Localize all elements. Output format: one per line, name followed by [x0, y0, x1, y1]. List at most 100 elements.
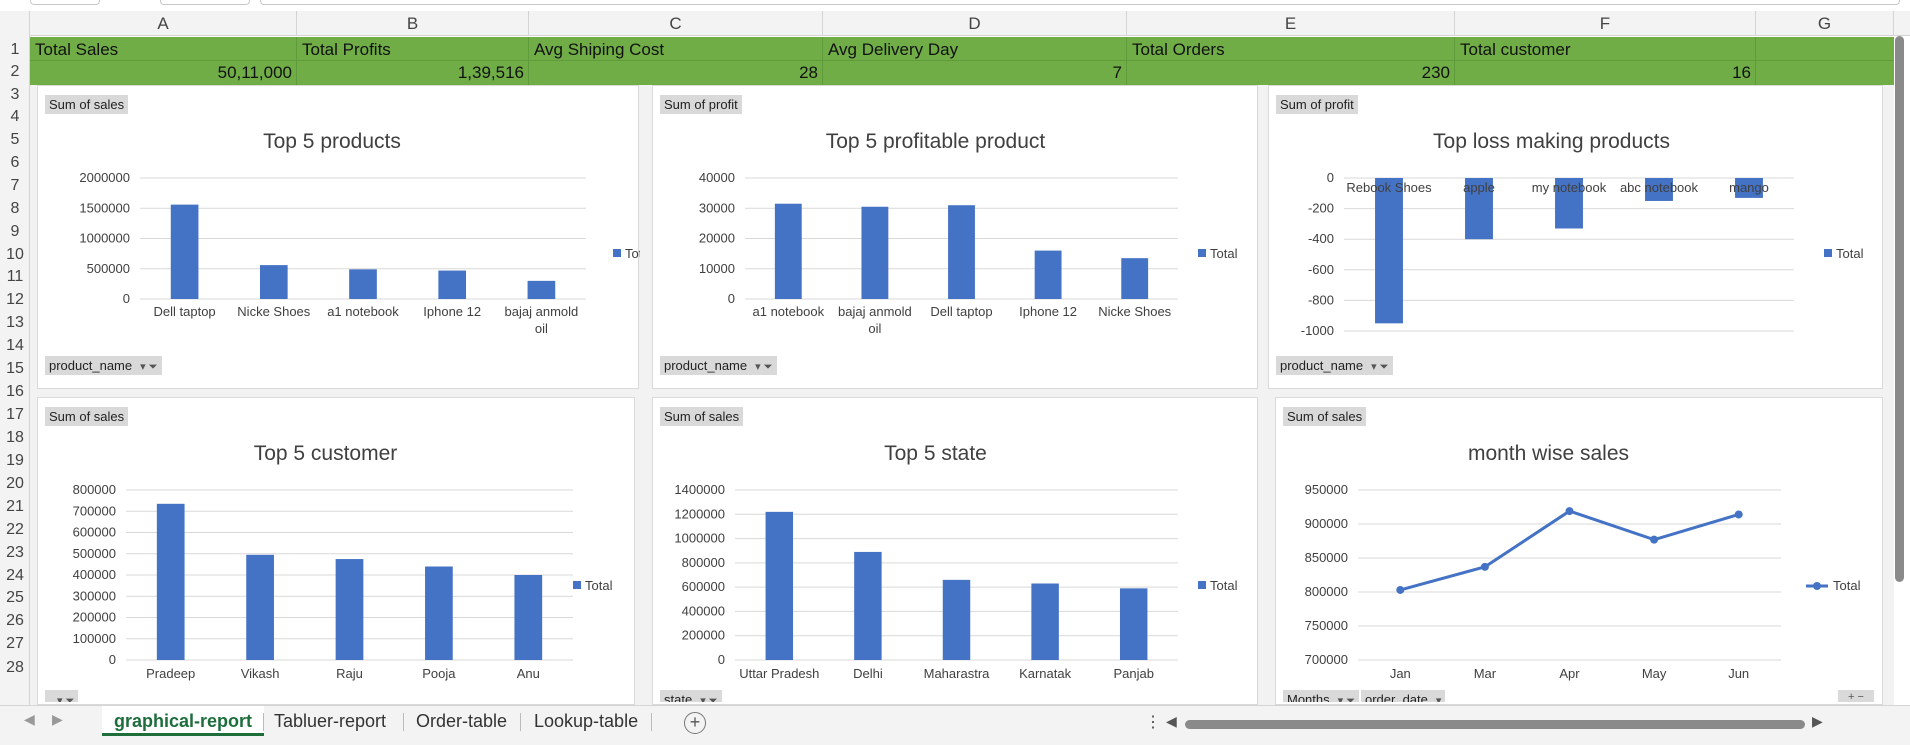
kpi-avg-shipping-cost[interactable]: Avg Shiping Cost 28 — [529, 37, 823, 85]
row-header[interactable]: 16 — [0, 383, 30, 401]
line-point[interactable] — [1734, 510, 1743, 519]
chart-panel-2[interactable]: Sum of profit Top 5 profitable product 400… — [652, 85, 1258, 389]
tab-lookup-table[interactable]: Lookup-table — [522, 706, 650, 736]
row-header[interactable]: 4 — [0, 108, 30, 126]
row-header[interactable]: 3 — [0, 86, 30, 104]
line-point[interactable] — [1650, 535, 1659, 544]
more-options-icon[interactable]: ⋮ — [1145, 712, 1161, 732]
bar[interactable] — [861, 206, 889, 299]
row-header[interactable]: 24 — [0, 567, 30, 585]
bar[interactable] — [246, 554, 274, 660]
horizontal-scrollbar[interactable] — [1185, 720, 1805, 729]
axis-field-button[interactable]: order_date ▾ — [1361, 690, 1446, 702]
axis-field-button[interactable]: Months ▾ ⏷ — [1283, 690, 1360, 702]
bar[interactable] — [1375, 178, 1403, 324]
kpi-avg-delivery-day[interactable]: Avg Delivery Day 7 — [823, 37, 1127, 85]
column-header-e[interactable]: E — [1127, 11, 1455, 36]
kpi-total-sales[interactable]: Total Sales 50,11,000 — [30, 37, 297, 85]
kpi-total-orders[interactable]: Total Orders 230 — [1127, 37, 1455, 85]
row-header[interactable]: 23 — [0, 544, 30, 562]
row-header[interactable]: 28 — [0, 659, 30, 677]
row-header[interactable]: 25 — [0, 589, 30, 607]
axis-field-button[interactable]: product_name ▾ ⏷ — [660, 356, 777, 375]
row-header[interactable]: 20 — [0, 475, 30, 493]
bar[interactable] — [335, 559, 364, 660]
line-point[interactable] — [1565, 507, 1574, 516]
bar[interactable] — [156, 503, 185, 660]
row-header[interactable]: 27 — [0, 635, 30, 653]
row-header[interactable]: 11 — [0, 268, 30, 286]
bar[interactable] — [1034, 250, 1062, 299]
row-header[interactable]: 26 — [0, 612, 30, 630]
scroll-right-icon[interactable]: ▶ — [1812, 713, 1823, 730]
filter-funnel-icon[interactable]: ▾ ⏷ — [1371, 358, 1388, 377]
column-header-a[interactable]: A — [30, 11, 297, 36]
row-header[interactable]: 21 — [0, 498, 30, 516]
bar[interactable] — [774, 203, 802, 299]
bar[interactable] — [1121, 258, 1149, 299]
column-header-f[interactable]: F — [1455, 11, 1756, 36]
filter-funnel-icon[interactable]: ▾ ⏷ — [57, 692, 74, 702]
vertical-scrollbar[interactable] — [1895, 36, 1904, 582]
row-header[interactable]: 17 — [0, 406, 30, 424]
filter-funnel-icon[interactable]: ▾ ⏷ — [755, 358, 772, 377]
bar[interactable] — [170, 204, 199, 299]
column-header-g[interactable]: G — [1756, 11, 1894, 36]
add-sheet-icon[interactable]: + — [684, 712, 706, 734]
row-header[interactable]: 6 — [0, 154, 30, 172]
chart-panel-5[interactable]: Sum of sales Top 5 state 1400000 1200000 100… — [652, 397, 1258, 705]
kpi-total-profits[interactable]: Total Profits 1,39,516 — [297, 37, 529, 85]
row-header[interactable]: 1 — [0, 41, 30, 59]
line-point[interactable] — [1480, 562, 1489, 571]
filter-funnel-icon[interactable]: ▾ ⏷ — [700, 692, 717, 702]
row-header[interactable]: 19 — [0, 452, 30, 470]
bar[interactable] — [527, 280, 556, 299]
bar[interactable] — [1031, 583, 1059, 661]
tab-order-table[interactable]: Order-table — [404, 706, 519, 736]
row-header[interactable]: 5 — [0, 131, 30, 149]
column-header-d[interactable]: D — [823, 11, 1127, 36]
expand-collapse-buttons[interactable]: + − — [1838, 690, 1874, 702]
filter-funnel-icon[interactable]: ▾ ⏷ — [140, 358, 157, 377]
series-line[interactable] — [1399, 509, 1740, 592]
chart-panel-4[interactable]: Sum of sales Top 5 customer 800000 700000 60… — [37, 397, 635, 705]
axis-field-button[interactable]: product_name ▾ ⏷ — [45, 356, 162, 375]
bar[interactable] — [854, 551, 882, 660]
bar[interactable] — [425, 566, 453, 661]
bar[interactable] — [259, 265, 288, 299]
kpi-total-customer[interactable]: Total customer 16 — [1455, 37, 1756, 85]
column-header-c[interactable]: C — [529, 11, 823, 36]
axis-field-button[interactable]: ▾ ⏷ — [45, 690, 79, 702]
formula-bar[interactable] — [260, 0, 1900, 5]
row-header[interactable]: 22 — [0, 521, 30, 539]
prev-sheet-icon[interactable]: ◀ — [24, 711, 35, 728]
scroll-left-icon[interactable]: ◀ — [1166, 713, 1177, 730]
bar[interactable] — [765, 511, 794, 660]
row-header[interactable]: 14 — [0, 337, 30, 355]
chart-panel-1[interactable]: Sum of sales Top 5 products 2000000 1500000… — [37, 85, 640, 389]
row-header[interactable]: 10 — [0, 246, 30, 264]
next-sheet-icon[interactable]: ▶ — [52, 711, 63, 728]
row-header[interactable]: 15 — [0, 360, 30, 378]
column-header-b[interactable]: B — [297, 11, 529, 36]
row-header[interactable]: 8 — [0, 200, 30, 218]
tab-graphical-report[interactable]: graphical-report — [102, 706, 265, 736]
row-header[interactable]: 2 — [0, 63, 30, 81]
tab-tabluer-report[interactable]: Tabluer-report — [262, 706, 398, 736]
bar[interactable] — [942, 579, 971, 660]
row-header[interactable]: 9 — [0, 223, 30, 241]
axis-field-button[interactable]: product_name ▾ ⏷ — [1276, 356, 1393, 375]
chart-panel-6[interactable]: Sum of sales month wise sales 950000 900000… — [1275, 397, 1883, 705]
chevron-down-icon[interactable]: ▾ — [1436, 692, 1442, 702]
bar[interactable] — [349, 269, 377, 299]
row-header[interactable]: 18 — [0, 429, 30, 447]
row-header[interactable]: 13 — [0, 314, 30, 332]
row-header[interactable]: 7 — [0, 177, 30, 195]
row-header[interactable]: 12 — [0, 291, 30, 309]
chart-panel-3[interactable]: Sum of profit Top loss making products 0 -2… — [1268, 85, 1883, 389]
bar[interactable] — [1119, 588, 1148, 660]
bar[interactable] — [438, 270, 467, 299]
select-all-corner[interactable] — [0, 11, 30, 36]
line-point[interactable] — [1396, 585, 1405, 594]
filter-funnel-icon[interactable]: ▾ ⏷ — [1338, 692, 1355, 702]
